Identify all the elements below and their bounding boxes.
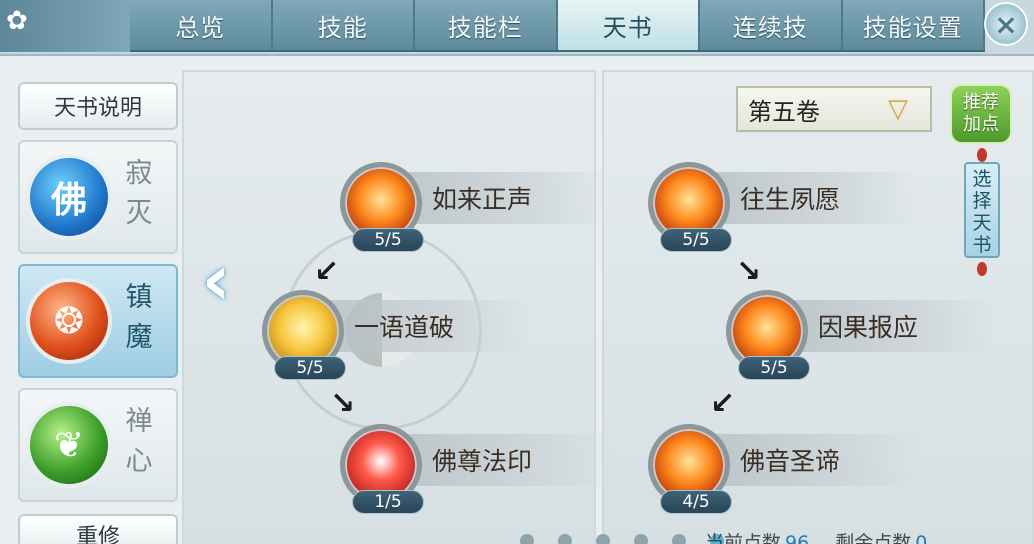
recommend-points-button[interactable]: 推荐 加点 (950, 84, 1012, 144)
close-icon: × (994, 7, 1018, 41)
chevron-down-icon: ▽ (888, 94, 908, 124)
book-name: 禅 心 (125, 406, 153, 477)
book-zhenmo[interactable]: ❂ 镇 魔 (18, 264, 178, 378)
reset-button[interactable]: 重修 (18, 514, 178, 544)
arrow-down-right-icon: ↘ (736, 254, 762, 289)
book-jimie[interactable]: 佛 寂 灭 (18, 140, 178, 254)
skill-name: 如来正声 (432, 185, 533, 214)
current-points-label: 当前点数 (705, 532, 782, 544)
skill-name: 往生夙愿 (740, 185, 841, 214)
close-button[interactable]: × (984, 2, 1028, 46)
tassel-icon (977, 148, 987, 162)
tab-heavenly-book[interactable]: 天书 (557, 0, 700, 50)
arrow-down-right-icon: ↘ (330, 386, 356, 421)
tab-skill-settings[interactable]: 技能设置 (843, 0, 985, 50)
arrow-down-left-icon: ↙ (710, 386, 736, 421)
tab-overview[interactable]: 总览 (130, 0, 273, 50)
skill-name: 因果报应 (818, 313, 919, 342)
arrow-down-left-icon: ↙ (314, 254, 340, 289)
current-points-value: 96 (785, 532, 810, 544)
corner-decoration: ✿ (0, 0, 130, 52)
book-chanxin[interactable]: ❦ 禅 心 (18, 388, 178, 502)
volume-label: 第五卷 (748, 97, 820, 126)
skill-level: 4/5 (660, 490, 732, 514)
skill-name: 佛音圣谛 (740, 447, 841, 476)
tab-combo[interactable]: 连续技 (700, 0, 843, 50)
demon-orb-icon: ❂ (26, 278, 112, 364)
tassel-icon (977, 262, 987, 276)
blossom-icon: ✿ (6, 6, 28, 36)
tab-bar: 总览 技能 技能栏 天书 连续技 技能设置 (130, 0, 985, 52)
sidebar: 天书说明 佛 寂 灭 ❂ 镇 魔 ❦ 禅 心 重修 (18, 82, 180, 544)
remaining-points-value: 0 (915, 532, 928, 544)
skill-name: 一语道破 (354, 313, 455, 342)
skill-level: 5/5 (738, 356, 810, 380)
book-name: 镇 魔 (125, 282, 153, 353)
remaining-points-label: 剩余点数 (835, 532, 912, 544)
page-dot[interactable] (634, 534, 648, 544)
page-dot[interactable] (672, 534, 686, 544)
prev-page-arrow-icon[interactable]: ‹ (196, 239, 236, 321)
book-name: 寂 灭 (125, 158, 153, 229)
buddha-orb-icon: 佛 (26, 154, 112, 240)
book-intro-button[interactable]: 天书说明 (18, 82, 178, 130)
page-dot[interactable] (520, 534, 534, 544)
skill-name: 佛尊法印 (432, 447, 533, 476)
volume-select[interactable]: 第五卷 ▽ (736, 86, 932, 132)
page-dot[interactable] (596, 534, 610, 544)
points-readout: 当前点数 96 剩余点数 0 (705, 528, 953, 544)
skill-level: 5/5 (274, 356, 346, 380)
page-indicator (520, 534, 724, 544)
skill-level: 5/5 (660, 228, 732, 252)
page-dot[interactable] (558, 534, 572, 544)
skill-level: 1/5 (352, 490, 424, 514)
tab-skills[interactable]: 技能 (273, 0, 415, 50)
select-book-button[interactable]: 选择天书 (964, 162, 1000, 258)
tab-skill-bar[interactable]: 技能栏 (415, 0, 558, 50)
lotus-orb-icon: ❦ (26, 402, 112, 488)
skill-level: 5/5 (352, 228, 424, 252)
